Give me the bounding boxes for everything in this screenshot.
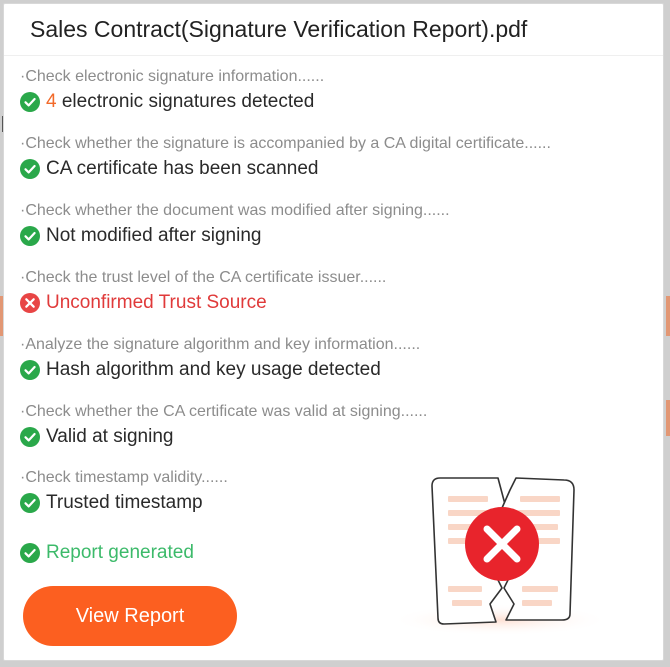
step-result: CA certificate has been scanned [20, 157, 551, 181]
result-text: 4 electronic signatures detected [46, 91, 314, 113]
check-circle-icon [20, 360, 40, 380]
check-circle-icon [20, 493, 40, 513]
dialog-title: Sales Contract(Signature Verification Re… [30, 16, 528, 42]
final-status: Report generated [20, 538, 194, 565]
step-description: ·Check whether the signature is accompan… [20, 135, 551, 152]
result-text: CA certificate has been scanned [46, 158, 319, 179]
background-fragment [666, 296, 670, 336]
result-text: Not modified after signing [46, 225, 262, 246]
signature-count: 4 [46, 91, 57, 112]
check-step: ·Check whether the CA certificate was va… [20, 402, 427, 449]
step-result: Trusted timestamp [20, 491, 228, 515]
check-step: ·Check whether the signature is accompan… [20, 134, 551, 181]
check-step: ·Analyze the signature algorithm and key… [20, 335, 420, 382]
step-result: Unconfirmed Trust Source [20, 291, 386, 315]
torn-document-error-icon [392, 477, 610, 636]
step-result: Valid at signing [20, 425, 427, 449]
step-result: Report generated [20, 541, 194, 565]
check-step: ·Check whether the document was modified… [20, 201, 450, 248]
result-text: Valid at signing [46, 426, 174, 447]
check-circle-icon [20, 427, 40, 447]
step-description: ·Analyze the signature algorithm and key… [20, 336, 421, 353]
step-result: Hash algorithm and key usage detected [20, 358, 420, 382]
result-text: Unconfirmed Trust Source [46, 292, 267, 313]
title-divider [4, 55, 663, 56]
result-text-suffix: electronic signatures detected [56, 91, 315, 112]
step-description: ·Check whether the document was modified… [20, 202, 450, 219]
step-description: ·Check whether the CA certificate was va… [20, 403, 428, 420]
step-description: ·Check electronic signature information.… [20, 68, 325, 85]
result-text: Trusted timestamp [46, 492, 203, 513]
step-result: 4 electronic signatures detected [20, 90, 324, 114]
check-step: ·Check electronic signature information.… [20, 67, 324, 114]
check-circle-icon [20, 92, 40, 112]
check-circle-icon [20, 226, 40, 246]
check-circle-icon [20, 543, 40, 563]
final-status-text: Report generated [46, 542, 194, 563]
result-text: Hash algorithm and key usage detected [46, 359, 381, 380]
check-step: ·Check timestamp validity...... Trusted … [20, 468, 228, 515]
step-result: Not modified after signing [20, 224, 450, 248]
view-report-button[interactable]: View Report [23, 586, 237, 646]
check-circle-icon [20, 159, 40, 179]
step-description: ·Check the trust level of the CA certifi… [20, 269, 387, 286]
background-fragment [666, 400, 670, 436]
step-description: ·Check timestamp validity...... [20, 469, 228, 486]
x-circle-icon [20, 293, 40, 313]
signature-verification-dialog: Sales Contract(Signature Verification Re… [3, 3, 664, 661]
check-step: ·Check the trust level of the CA certifi… [20, 268, 386, 315]
